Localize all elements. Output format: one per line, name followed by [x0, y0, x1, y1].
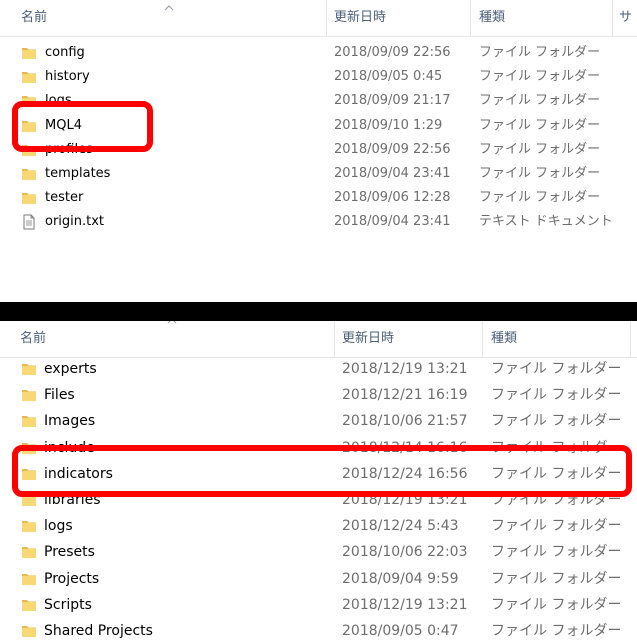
file-row[interactable]: logs 2018/12/24 5:43 ファイル フォルダー: [0, 513, 637, 539]
file-row[interactable]: experts 2018/12/19 13:21 ファイル フォルダー: [0, 356, 637, 382]
file-name: history: [45, 69, 90, 85]
column-header: 名前 更新日時 種類 サ: [0, 0, 637, 37]
column-name-header[interactable]: 名前: [21, 0, 47, 36]
file-type: ファイル フォルダー: [491, 413, 622, 430]
file-row[interactable]: templates 2018/09/04 23:41 ファイル フォルダー: [0, 162, 637, 186]
file-name: templates: [45, 166, 111, 181]
file-list-bottom: 名前 更新日時 種類 experts 2018/12/19 13:21 ファイル フ…: [0, 321, 637, 641]
file-type: ファイル フォルダー: [479, 190, 601, 206]
file-type: ファイル フォルダー: [479, 45, 601, 60]
column-divider[interactable]: [470, 0, 471, 36]
sort-ascending-icon[interactable]: [167, 321, 177, 325]
red-highlight-box: [12, 445, 632, 497]
file-list-top: 名前 更新日時 種類 サ config 2018/09/09 22:56 ファイル …: [0, 0, 637, 302]
column-divider[interactable]: [612, 0, 613, 36]
file-name: Images: [44, 413, 96, 430]
modified-date: 2018/10/06 22:03: [342, 544, 468, 561]
folder-icon: [21, 623, 37, 641]
folder-icon: [21, 597, 37, 617]
text-file-icon: [21, 214, 37, 234]
modified-date: 2018/09/10 1:29: [334, 117, 443, 133]
file-type: ファイル フォルダー: [479, 166, 601, 181]
folder-icon: [21, 166, 37, 186]
file-name: Presets: [44, 544, 95, 561]
folder-icon: [21, 413, 37, 433]
red-highlight-box: [12, 101, 153, 152]
modified-date: 2018/12/24 5:43: [342, 518, 459, 535]
file-type: ファイル フォルダー: [479, 69, 601, 85]
modified-date: 2018/09/05 0:47: [342, 623, 459, 639]
file-type: テキスト ドキュメント: [479, 214, 613, 230]
file-type: ファイル フォルダー: [491, 361, 622, 377]
file-type: ファイル フォルダー: [491, 544, 622, 561]
folder-icon: [21, 190, 37, 210]
file-type: ファイル フォルダー: [491, 623, 622, 639]
column-divider[interactable]: [326, 0, 327, 36]
file-row[interactable]: origin.txt 2018/09/04 23:41 テキスト ドキュメント: [0, 210, 637, 234]
sort-ascending-icon[interactable]: [164, 4, 174, 12]
file-name: Shared Projects: [44, 623, 153, 639]
column-type-header[interactable]: 種類: [491, 321, 517, 357]
modified-date: 2018/09/04 9:59: [342, 570, 459, 587]
column-divider[interactable]: [334, 321, 335, 357]
column-divider[interactable]: [482, 321, 483, 357]
folder-icon: [21, 544, 37, 564]
modified-date: 2018/12/19 13:21: [342, 596, 468, 613]
folder-icon: [21, 518, 37, 538]
column-size-header[interactable]: サ: [619, 0, 632, 36]
file-row[interactable]: Shared Projects 2018/09/05 0:47 ファイル フォルダー: [0, 618, 637, 641]
file-type: ファイル フォルダー: [479, 141, 601, 157]
file-name: experts: [44, 361, 97, 377]
folder-icon: [21, 45, 37, 65]
file-row[interactable]: config 2018/09/09 22:56 ファイル フォルダー: [0, 41, 637, 65]
file-name: origin.txt: [45, 214, 105, 230]
file-type: ファイル フォルダー: [491, 570, 622, 587]
modified-date: 2018/12/21 16:19: [342, 387, 468, 404]
file-type: ファイル フォルダー: [491, 518, 622, 535]
file-name: Projects: [44, 570, 100, 587]
modified-date: 2018/09/04 23:41: [334, 166, 451, 181]
folder-icon: [21, 69, 37, 89]
column-date-header[interactable]: 更新日時: [342, 321, 394, 357]
folder-icon: [21, 361, 37, 381]
file-row[interactable]: Images 2018/10/06 21:57 ファイル フォルダー: [0, 408, 637, 434]
modified-date: 2018/10/06 21:57: [342, 413, 468, 430]
file-type: ファイル フォルダー: [491, 387, 622, 404]
column-date-header[interactable]: 更新日時: [334, 0, 386, 36]
file-name: Scripts: [44, 596, 92, 613]
folder-icon: [21, 571, 37, 591]
file-row[interactable]: Presets 2018/10/06 22:03 ファイル フォルダー: [0, 539, 637, 565]
file-row[interactable]: tester 2018/09/06 12:28 ファイル フォルダー: [0, 186, 637, 210]
modified-date: 2018/09/09 22:56: [334, 45, 451, 60]
file-name: logs: [44, 518, 73, 535]
modified-date: 2018/09/04 23:41: [334, 214, 451, 230]
modified-date: 2018/09/05 0:45: [334, 69, 443, 85]
file-row[interactable]: history 2018/09/05 0:45 ファイル フォルダー: [0, 65, 637, 89]
file-row[interactable]: Files 2018/12/21 16:19 ファイル フォルダー: [0, 382, 637, 408]
column-divider[interactable]: [630, 321, 631, 357]
file-row[interactable]: Scripts 2018/12/19 13:21 ファイル フォルダー: [0, 592, 637, 618]
file-name: config: [45, 45, 85, 60]
file-type: ファイル フォルダー: [479, 93, 601, 109]
column-type-header[interactable]: 種類: [479, 0, 505, 36]
file-name: Files: [44, 387, 75, 404]
modified-date: 2018/09/09 21:17: [334, 93, 451, 109]
modified-date: 2018/09/09 22:56: [334, 141, 451, 157]
column-name-header[interactable]: 名前: [20, 321, 46, 357]
folder-icon: [21, 387, 37, 407]
column-header: 名前 更新日時 種類: [0, 321, 637, 358]
file-name: tester: [45, 190, 84, 206]
modified-date: 2018/09/06 12:28: [334, 190, 451, 206]
file-type: ファイル フォルダー: [479, 117, 601, 133]
file-type: ファイル フォルダー: [491, 596, 622, 613]
file-row[interactable]: Projects 2018/09/04 9:59 ファイル フォルダー: [0, 566, 637, 592]
modified-date: 2018/12/19 13:21: [342, 361, 468, 377]
